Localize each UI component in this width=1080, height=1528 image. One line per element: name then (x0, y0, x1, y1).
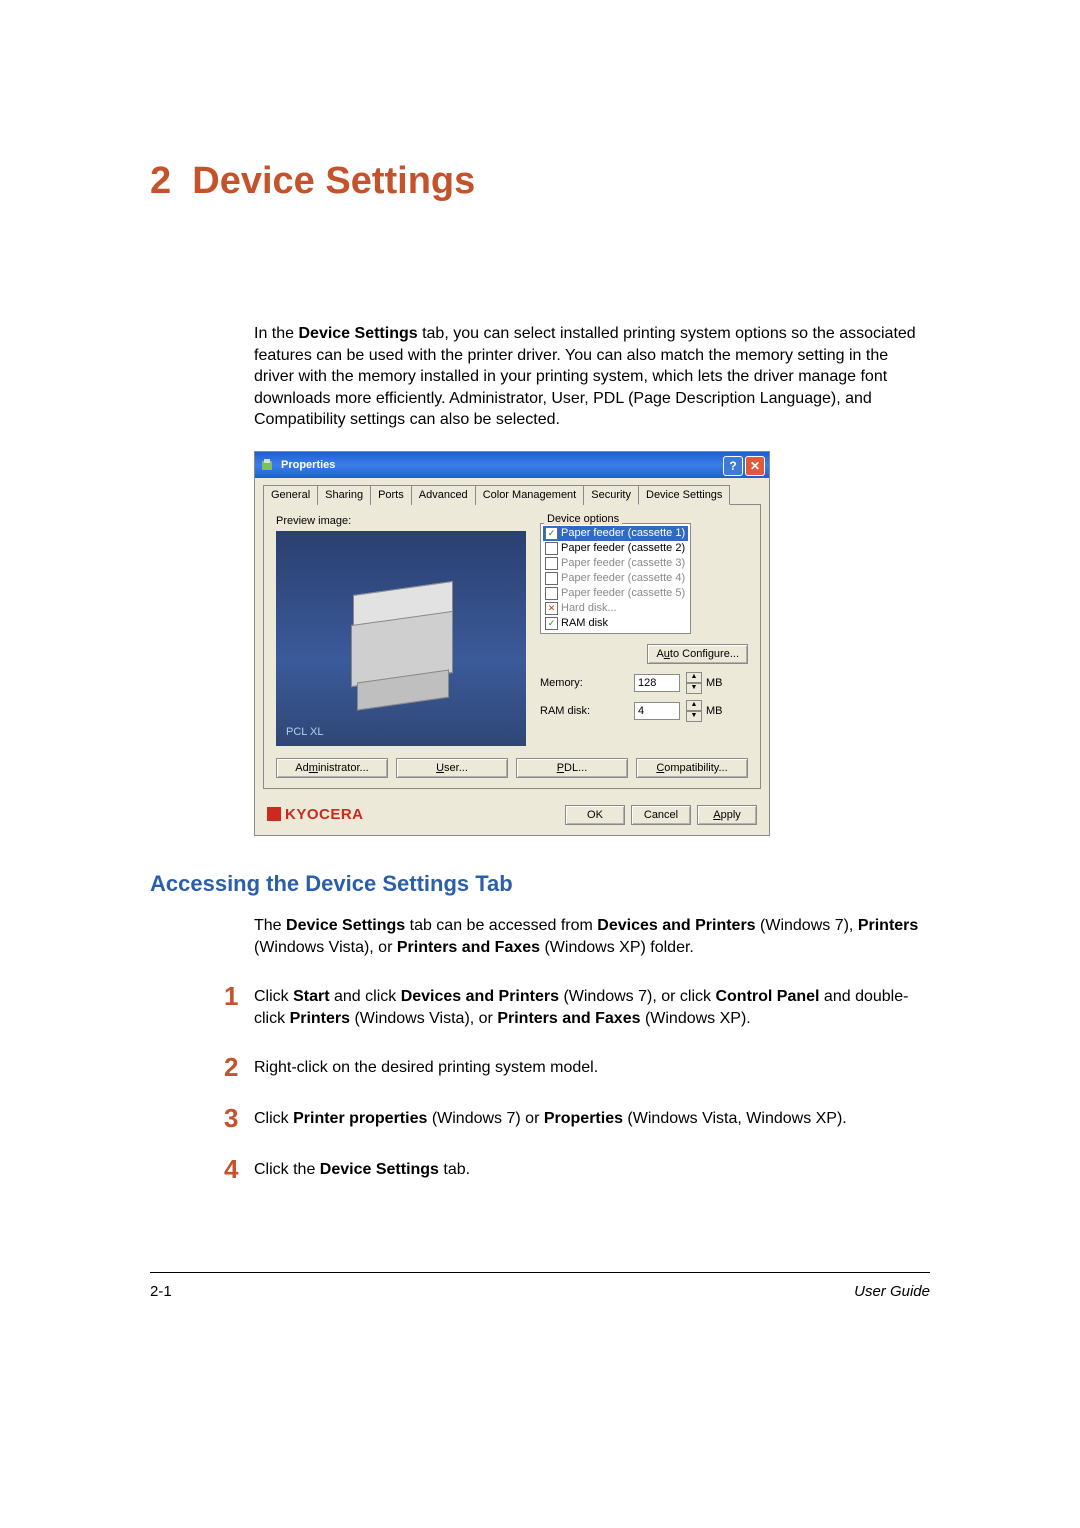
tab-sharing[interactable]: Sharing (317, 485, 371, 505)
option-ramdisk[interactable]: RAM disk (543, 616, 688, 631)
pdl-button[interactable]: PDL... (516, 758, 628, 778)
footer-title: User Guide (854, 1283, 930, 1300)
checkbox-icon[interactable] (545, 527, 558, 540)
step-text: Click the Device Settings tab. (254, 1156, 930, 1182)
checkbox-icon[interactable] (545, 557, 558, 570)
checkbox-icon[interactable] (545, 617, 558, 630)
memory-input[interactable] (634, 674, 680, 692)
printer-icon (341, 588, 461, 688)
step-number: 3 (224, 1105, 254, 1131)
step-text: Click Printer properties (Windows 7) or … (254, 1105, 930, 1131)
option-cassette-5[interactable]: Paper feeder (cassette 5) (543, 586, 688, 601)
step-4: 4 Click the Device Settings tab. (224, 1156, 930, 1182)
ramdisk-label: RAM disk: (540, 705, 628, 717)
device-options-list[interactable]: Paper feeder (cassette 1) Paper feeder (… (540, 523, 691, 634)
checkbox-icon[interactable] (545, 542, 558, 555)
memory-label: Memory: (540, 677, 628, 689)
step-text: Right-click on the desired printing syst… (254, 1054, 930, 1080)
step-number: 2 (224, 1054, 254, 1080)
device-options-label: Device options (544, 513, 622, 525)
section-heading: Accessing the Device Settings Tab (150, 871, 930, 897)
option-cassette-2[interactable]: Paper feeder (cassette 2) (543, 541, 688, 556)
step-1: 1 Click Start and click Devices and Prin… (224, 983, 930, 1029)
step-text: Click Start and click Devices and Printe… (254, 983, 930, 1029)
section-intro: The Device Settings tab can be accessed … (254, 915, 930, 958)
step-2: 2 Right-click on the desired printing sy… (224, 1054, 930, 1080)
step-number: 1 (224, 983, 254, 1029)
tab-security[interactable]: Security (583, 485, 639, 505)
dialog-title: Properties (281, 459, 335, 471)
tab-color-management[interactable]: Color Management (475, 485, 585, 505)
auto-configure-button[interactable]: Auto Configure... (647, 644, 748, 664)
user-button[interactable]: User... (396, 758, 508, 778)
printer-preview: PCL XL (276, 531, 526, 746)
option-cassette-3[interactable]: Paper feeder (cassette 3) (543, 556, 688, 571)
preview-mode-label: PCL XL (286, 726, 324, 738)
ramdisk-spinner[interactable]: ▲▼ (686, 700, 700, 722)
properties-dialog-screenshot: Properties ? ✕ General Sharing Ports Adv… (254, 451, 930, 836)
help-button[interactable]: ? (723, 456, 743, 476)
compatibility-button[interactable]: Compatibility... (636, 758, 748, 778)
app-icon (259, 457, 275, 473)
chapter-number: 2 (150, 160, 171, 202)
dialog-titlebar: Properties ? ✕ (255, 452, 769, 478)
checkbox-icon[interactable] (545, 572, 558, 585)
chapter-heading: 2 Device Settings (150, 160, 930, 203)
option-harddisk[interactable]: Hard disk... (543, 601, 688, 616)
brand-logo: KYOCERA (267, 806, 364, 823)
close-button[interactable]: ✕ (745, 456, 765, 476)
page-footer: 2-1 User Guide (150, 1272, 930, 1300)
preview-image-label: Preview image: (276, 515, 526, 527)
tab-ports[interactable]: Ports (370, 485, 412, 505)
tab-device-settings[interactable]: Device Settings (638, 485, 730, 505)
step-number: 4 (224, 1156, 254, 1182)
checkbox-x-icon[interactable] (545, 602, 558, 615)
cancel-button[interactable]: Cancel (631, 805, 691, 825)
intro-paragraph: In the Device Settings tab, you can sele… (254, 323, 930, 431)
page-number: 2-1 (150, 1283, 172, 1300)
memory-unit: MB (706, 677, 723, 689)
apply-button[interactable]: Apply (697, 805, 757, 825)
ramdisk-input[interactable] (634, 702, 680, 720)
ok-button[interactable]: OK (565, 805, 625, 825)
memory-spinner[interactable]: ▲▼ (686, 672, 700, 694)
tab-advanced[interactable]: Advanced (411, 485, 476, 505)
step-3: 3 Click Printer properties (Windows 7) o… (224, 1105, 930, 1131)
tab-row: General Sharing Ports Advanced Color Man… (255, 478, 769, 504)
checkbox-icon[interactable] (545, 587, 558, 600)
tab-general[interactable]: General (263, 485, 318, 505)
option-cassette-4[interactable]: Paper feeder (cassette 4) (543, 571, 688, 586)
ramdisk-unit: MB (706, 705, 723, 717)
administrator-button[interactable]: Administrator... (276, 758, 388, 778)
option-cassette-1[interactable]: Paper feeder (cassette 1) (543, 526, 688, 541)
chapter-title: Device Settings (192, 160, 475, 202)
kyocera-icon (267, 807, 281, 821)
